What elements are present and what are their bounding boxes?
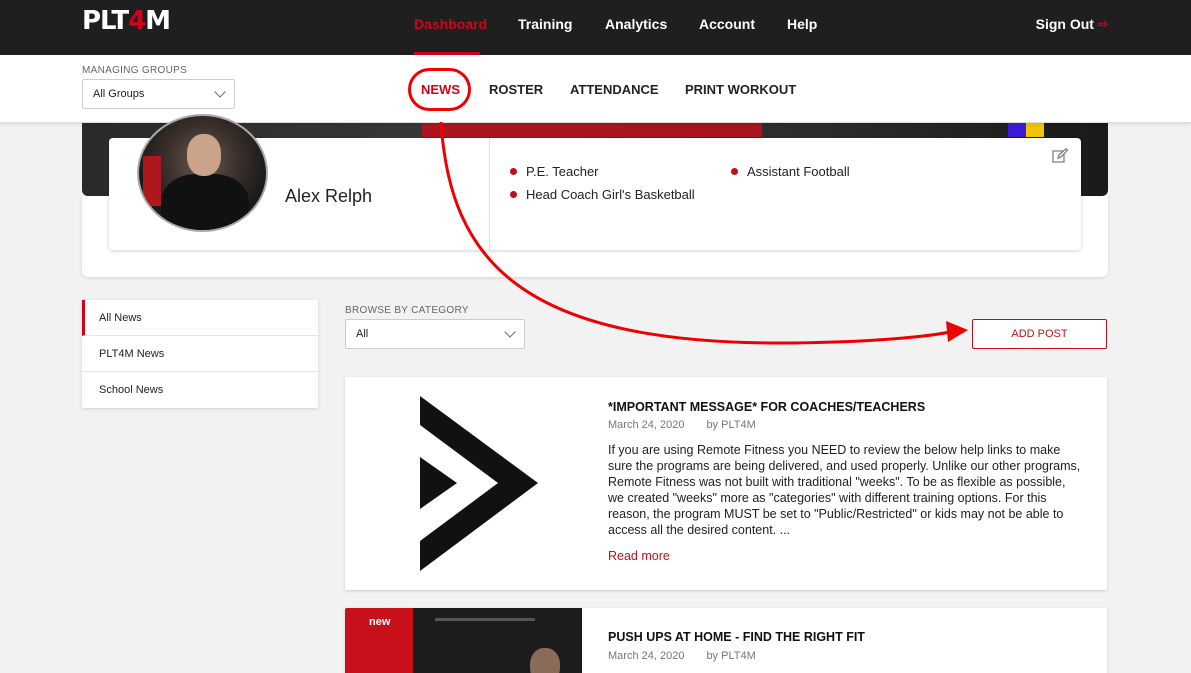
new-badge: new [369, 616, 391, 628]
chevron-down-icon [214, 86, 226, 98]
sub-navigation-bar: MANAGING GROUPS All Groups NEWS ROSTER A… [0, 55, 1191, 123]
logo-four: 4 [128, 6, 146, 36]
logo-suffix: M [145, 6, 171, 36]
sign-out-icon: ⇨ [1097, 17, 1108, 31]
profile-divider [489, 138, 490, 250]
thumbnail-figure [530, 648, 560, 673]
banner-red-shape [422, 123, 762, 137]
browse-category-label: BROWSE BY CATEGORY [345, 305, 469, 316]
post-excerpt: If you are using Remote Fitness you NEED… [608, 443, 1081, 537]
avatar [137, 114, 268, 232]
post-title[interactable]: *IMPORTANT MESSAGE* FOR COACHES/TEACHERS [608, 400, 925, 414]
news-annotation-circle [408, 68, 471, 111]
post-thumbnail: new [345, 608, 582, 673]
nav-account[interactable]: Account [699, 16, 755, 32]
category-plt4m-news[interactable]: PLT4M News [82, 336, 318, 372]
category-list: All News PLT4M News School News [82, 300, 318, 408]
post-date: March 24, 2020 [608, 650, 685, 662]
category-school-news[interactable]: School News [82, 372, 318, 408]
role-item: P.E. Teacher [510, 164, 599, 179]
avatar-head [187, 134, 221, 176]
tab-print-workout[interactable]: PRINT WORKOUT [685, 82, 796, 97]
avatar-body [161, 174, 249, 230]
role-item: Assistant Football [731, 164, 850, 179]
post-date: March 24, 2020 [608, 419, 685, 431]
profile-name: Alex Relph [285, 186, 373, 206]
plt4m-logo-icon [420, 396, 538, 571]
post-author: by PLT4M [706, 419, 756, 431]
role-item: Head Coach Girl's Basketball [510, 187, 695, 202]
thumbnail-frame [435, 618, 535, 621]
add-post-button[interactable]: ADD POST [972, 319, 1107, 349]
post-title[interactable]: PUSH UPS AT HOME - FIND THE RIGHT FIT [608, 630, 865, 644]
sign-out-link[interactable]: Sign Out ⇨ [1036, 16, 1108, 32]
chevron-down-icon [504, 326, 516, 338]
managing-groups-label: MANAGING GROUPS [82, 65, 188, 76]
nav-analytics[interactable]: Analytics [605, 16, 667, 32]
news-post-card[interactable]: *IMPORTANT MESSAGE* FOR COACHES/TEACHERS… [345, 377, 1107, 590]
edit-icon[interactable] [1052, 148, 1068, 164]
tab-roster[interactable]: ROSTER [489, 82, 543, 97]
nav-training[interactable]: Training [518, 16, 572, 32]
post-author: by PLT4M [706, 650, 756, 662]
logo-prefix: PLT [82, 6, 129, 36]
banner-yellow-block [1026, 123, 1044, 137]
news-post-card[interactable]: new PUSH UPS AT HOME - FIND THE RIGHT FI… [345, 608, 1107, 673]
nav-help[interactable]: Help [787, 16, 817, 32]
nav-dashboard[interactable]: Dashboard [414, 16, 487, 32]
sign-out-label: Sign Out [1035, 16, 1094, 32]
groups-select-value: All Groups [93, 88, 145, 100]
banner-blue-block [1008, 123, 1026, 137]
tab-attendance[interactable]: ATTENDANCE [570, 82, 659, 97]
post-meta: March 24, 2020 by PLT4M [608, 419, 756, 431]
read-more-link[interactable]: Read more [608, 549, 670, 563]
category-all-news[interactable]: All News [82, 300, 318, 336]
groups-select[interactable]: All Groups [82, 79, 235, 109]
category-select[interactable]: All [345, 319, 525, 349]
plt4m-logo[interactable]: PLT 4 M [82, 6, 171, 36]
avatar-rack [143, 156, 161, 206]
category-select-value: All [356, 328, 369, 340]
top-navigation-bar: PLT 4 M Dashboard Training Analytics Accou… [0, 0, 1191, 55]
post-meta: March 24, 2020 by PLT4M [608, 650, 756, 662]
